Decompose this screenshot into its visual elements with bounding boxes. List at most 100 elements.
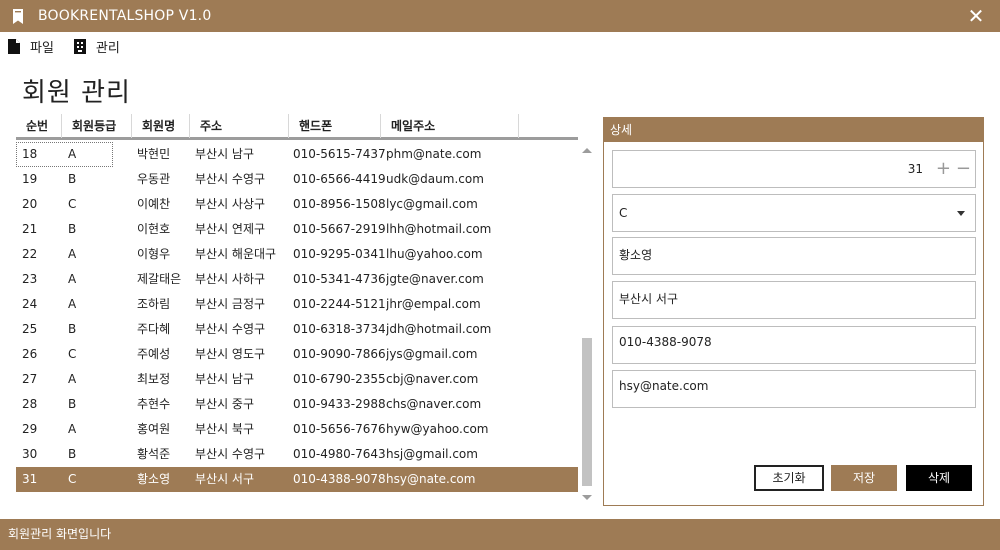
cell-phone: 010-5656-7676 (293, 422, 386, 436)
table-row[interactable]: 29 A 홍여원 부산시 북구 010-5656-7676 hyw@yahoo.com (16, 417, 578, 442)
scroll-up-icon[interactable] (580, 142, 594, 156)
delete-button[interactable]: 삭제 (906, 465, 972, 491)
cell-name: 우동관 (137, 172, 171, 186)
column-header-number[interactable]: 순번 (16, 114, 62, 138)
main-window: BOOKRENTALSHOP V1.0 ✕ 파일 관리 회원 관리 순번 회원등… (0, 0, 1000, 550)
cell-name: 이형우 (137, 247, 171, 261)
column-header-email[interactable]: 메일주소 (381, 114, 519, 138)
page-title: 회원 관리 (22, 78, 131, 108)
cell-number: 28 (22, 397, 38, 411)
table-row[interactable]: 21 B 이현호 부산시 연제구 010-5667-2919 lhh@hotmail.co… (16, 217, 578, 242)
reset-button[interactable]: 초기화 (754, 465, 824, 491)
detail-panel: 상세 31 + − C 황소영 부산시 서구 010-4388-9078 hsy… (603, 117, 984, 506)
scroll-down-icon[interactable] (580, 490, 594, 504)
cell-name: 주예성 (137, 347, 171, 361)
cell-address: 부산시 중구 (195, 397, 255, 411)
table-row[interactable]: 24 A 조하림 부산시 금정구 010-2244-5121 jhr@empal.com (16, 292, 578, 317)
cell-grade: A (68, 372, 77, 386)
cell-email: phm@nate.com (386, 147, 482, 161)
window-title: BOOKRENTALSHOP V1.0 (38, 8, 212, 24)
cell-email: hyw@yahoo.com (386, 422, 489, 436)
scroll-thumb[interactable] (582, 338, 592, 486)
cell-email: lhh@hotmail.com (386, 222, 492, 236)
table-row[interactable]: 31 C 황소영 부산시 서구 010-4388-9078 hsy@nate.com (16, 467, 578, 492)
email-field[interactable]: hsy@nate.com (612, 370, 976, 408)
table-row[interactable]: 22 A 이형우 부산시 해운대구 010-9295-0341 lhu@yahoo.com (16, 242, 578, 267)
cell-phone: 010-8956-1508 (293, 197, 386, 211)
table-row[interactable]: 25 B 주다혜 부산시 수영구 010-6318-3734 jdh@hotmail.co… (16, 317, 578, 342)
cell-number: 20 (22, 197, 38, 211)
grid-rows: 18 A 박현민 부산시 남구 010-5615-7437 phm@nate.com 19 B… (16, 142, 578, 492)
cell-email: udk@daum.com (386, 172, 484, 186)
number-stepper[interactable]: 31 + − (612, 150, 976, 188)
cell-grade: A (68, 422, 77, 436)
cell-address: 부산시 서구 (195, 472, 255, 486)
address-field[interactable]: 부산시 서구 (612, 281, 976, 319)
cell-address: 부산시 사상구 (195, 197, 266, 211)
table-row[interactable]: 23 A 제갈태은 부산시 사하구 010-5341-4736 jgte@naver.co… (16, 267, 578, 292)
plus-icon[interactable]: + (936, 159, 951, 179)
grid-header: 순번 회원등급 회원명 주소 핸드폰 메일주소 (16, 114, 578, 140)
table-row[interactable]: 19 B 우동관 부산시 수영구 010-6566-4419 udk@daum.com (16, 167, 578, 192)
cell-grade: A (68, 247, 77, 261)
cell-number: 18 (22, 147, 38, 161)
title-bar[interactable]: BOOKRENTALSHOP V1.0 ✕ (0, 0, 1000, 32)
cell-grade: C (68, 472, 77, 486)
column-header-phone[interactable]: 핸드폰 (289, 114, 381, 138)
cell-address: 부산시 수영구 (195, 322, 266, 336)
cell-phone: 010-6566-4419 (293, 172, 386, 186)
member-grid[interactable]: 순번 회원등급 회원명 주소 핸드폰 메일주소 18 A 박현민 부산시 남구 010-… (16, 114, 594, 506)
cell-number: 30 (22, 447, 38, 461)
cell-name: 추현수 (137, 397, 171, 411)
cell-address: 부산시 연제구 (195, 222, 266, 236)
column-header-grade[interactable]: 회원등급 (62, 114, 132, 138)
cell-number: 24 (22, 297, 38, 311)
column-header-address[interactable]: 주소 (190, 114, 289, 138)
save-button[interactable]: 저장 (831, 465, 897, 491)
column-header-name[interactable]: 회원명 (132, 114, 190, 138)
cell-email: lyc@gmail.com (386, 197, 478, 211)
cell-address: 부산시 북구 (195, 422, 255, 436)
cell-grade: B (68, 172, 77, 186)
table-row[interactable]: 28 B 추현수 부산시 중구 010-9433-2988 chs@naver.com (16, 392, 578, 417)
book-icon (12, 8, 24, 24)
cell-email: chs@naver.com (386, 397, 482, 411)
cell-email: lhu@yahoo.com (386, 247, 483, 261)
number-value: 31 (907, 162, 923, 176)
cell-name: 황소영 (137, 472, 171, 486)
cell-number: 23 (22, 272, 38, 286)
cell-email: hsy@nate.com (386, 472, 476, 486)
table-row[interactable]: 26 C 주예성 부산시 영도구 010-9090-7866 jys@gmail.com (16, 342, 578, 367)
cell-phone: 010-2244-5121 (293, 297, 386, 311)
cell-address: 부산시 수영구 (195, 447, 266, 461)
cell-address: 부산시 사하구 (195, 272, 266, 286)
table-row[interactable]: 18 A 박현민 부산시 남구 010-5615-7437 phm@nate.com (16, 142, 578, 167)
grade-select[interactable]: C (612, 194, 976, 232)
cell-phone: 010-5341-4736 (293, 272, 386, 286)
cell-name: 최보정 (137, 372, 171, 386)
cell-number: 25 (22, 322, 38, 336)
grid-scrollbar[interactable] (580, 142, 594, 504)
minus-icon[interactable]: − (956, 159, 971, 179)
table-row[interactable]: 20 C 이예찬 부산시 사상구 010-8956-1508 lyc@gmail.com (16, 192, 578, 217)
cell-grade: C (68, 347, 77, 361)
cell-phone: 010-6318-3734 (293, 322, 386, 336)
cell-email: cbj@naver.com (386, 372, 479, 386)
cell-name: 주다혜 (137, 322, 171, 336)
cell-grade: A (68, 272, 77, 286)
cell-grade: A (68, 297, 77, 311)
menu-file[interactable]: 파일 (8, 37, 54, 56)
phone-field[interactable]: 010-4388-9078 (612, 326, 976, 364)
cell-phone: 010-5667-2919 (293, 222, 386, 236)
cell-name: 이현호 (137, 222, 171, 236)
close-button[interactable]: ✕ (966, 6, 986, 26)
name-field[interactable]: 황소영 (612, 237, 976, 275)
table-row[interactable]: 27 A 최보정 부산시 남구 010-6790-2355 cbj@naver.com (16, 367, 578, 392)
grade-value: C (619, 206, 628, 220)
cell-phone: 010-5615-7437 (293, 147, 386, 161)
table-row[interactable]: 30 B 황석준 부산시 수영구 010-4980-7643 hsj@gmail.com (16, 442, 578, 467)
cell-name: 박현민 (137, 147, 171, 161)
cell-address: 부산시 수영구 (195, 172, 266, 186)
menu-manage[interactable]: 관리 (73, 37, 120, 56)
cell-email: hsj@gmail.com (386, 447, 478, 461)
